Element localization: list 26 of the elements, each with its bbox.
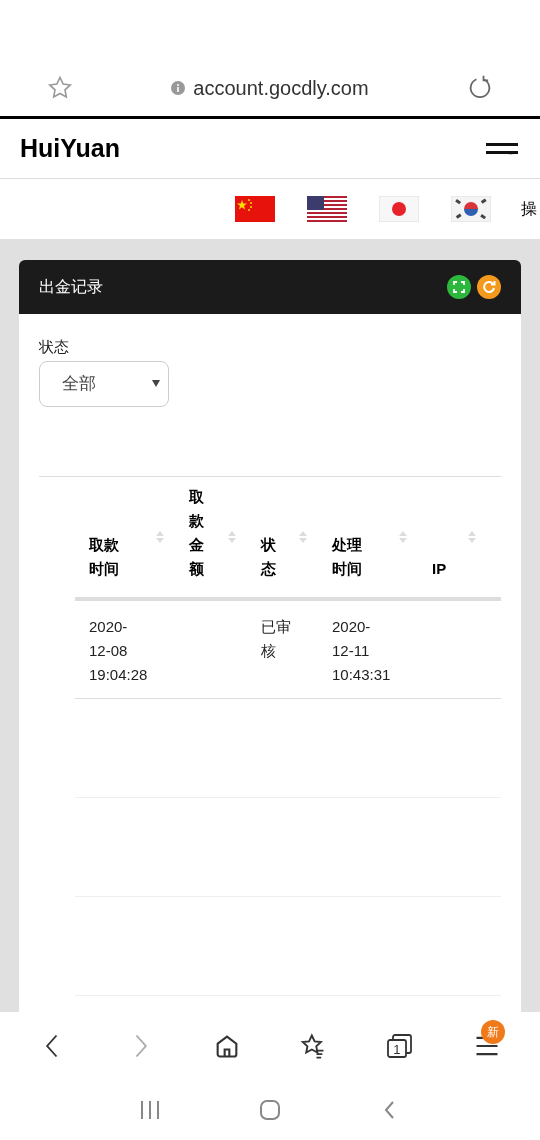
korea-flag-icon[interactable]: [451, 196, 491, 222]
status-select[interactable]: 全部: [39, 360, 169, 407]
column-header[interactable]: 状态: [261, 532, 276, 581]
table-cell-text: 2020- 12-11 10:43:31: [332, 616, 391, 685]
address-bar[interactable]: account.gocdly.com: [193, 73, 369, 103]
table-cell-text: 已审核: [261, 616, 291, 661]
home-button-icon[interactable]: [259, 1099, 281, 1121]
column-header[interactable]: 处理时间: [332, 532, 362, 581]
column-header[interactable]: 取款时间: [89, 532, 119, 581]
japan-flag-icon[interactable]: [379, 196, 419, 222]
refresh-icon[interactable]: [477, 275, 501, 299]
operation-link[interactable]: 操: [521, 197, 537, 221]
info-icon[interactable]: [171, 81, 186, 95]
dropdown-caret-icon: [152, 380, 160, 387]
table-cell-text: 2020- 12-08 19:04:28: [89, 616, 148, 685]
recent-apps-icon[interactable]: [139, 1099, 161, 1121]
column-header[interactable]: 取款金额: [189, 484, 204, 581]
new-badge: 新: [480, 1020, 505, 1044]
tabs-button[interactable]: 1: [385, 1032, 414, 1060]
fullscreen-icon[interactable]: [447, 275, 471, 299]
card-title: 出金记录: [39, 277, 103, 297]
china-flag-icon[interactable]: [235, 196, 275, 222]
site-logo[interactable]: HuiYuan: [20, 129, 120, 168]
usa-flag-icon[interactable]: [307, 196, 347, 222]
column-header[interactable]: IP: [432, 556, 447, 581]
filter-label: 状态: [39, 337, 70, 357]
